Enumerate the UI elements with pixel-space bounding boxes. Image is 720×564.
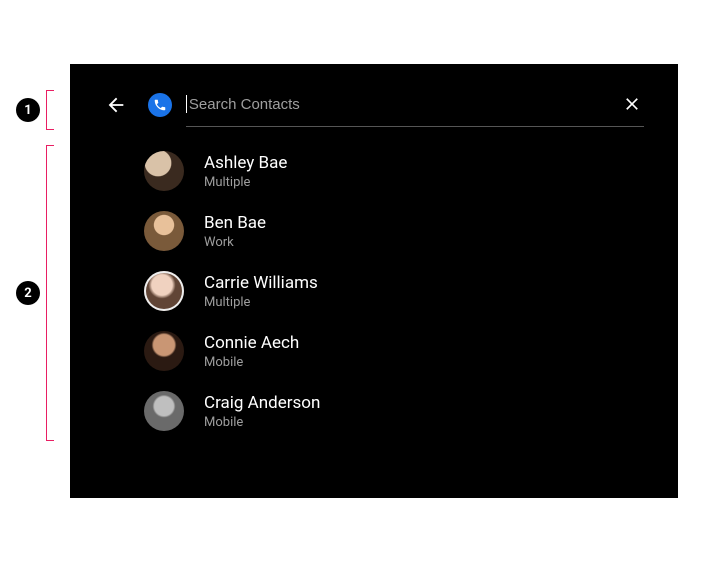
back-button[interactable] — [104, 93, 128, 117]
contact-row[interactable]: Connie Aech Mobile — [104, 321, 644, 381]
contacts-panel: Ashley Bae Multiple Ben Bae Work Carrie … — [70, 64, 678, 498]
avatar — [144, 151, 184, 191]
contact-sublabel: Multiple — [204, 175, 287, 190]
avatar — [144, 391, 184, 431]
contact-name: Carrie Williams — [204, 273, 318, 293]
contact-sublabel: Work — [204, 235, 266, 250]
avatar — [144, 211, 184, 251]
contact-row[interactable]: Carrie Williams Multiple — [104, 261, 644, 321]
contact-name: Craig Anderson — [204, 393, 320, 413]
contact-row[interactable]: Ashley Bae Multiple — [104, 141, 644, 201]
annotation-badge-1: 1 — [16, 98, 40, 122]
contact-name: Ben Bae — [204, 213, 266, 233]
contacts-list: Ashley Bae Multiple Ben Bae Work Carrie … — [104, 141, 644, 441]
contact-text: Connie Aech Mobile — [204, 333, 299, 370]
search-header — [104, 92, 644, 131]
contact-row[interactable]: Ben Bae Work — [104, 201, 644, 261]
contact-name: Connie Aech — [204, 333, 299, 353]
text-cursor — [186, 95, 187, 113]
annotation-bracket — [46, 90, 54, 130]
phone-icon — [153, 98, 167, 112]
clear-search-button[interactable] — [620, 92, 644, 116]
contact-text: Carrie Williams Multiple — [204, 273, 318, 310]
contact-name: Ashley Bae — [204, 153, 287, 173]
contact-sublabel: Multiple — [204, 295, 318, 310]
avatar — [144, 271, 184, 311]
search-field-wrap[interactable] — [186, 92, 644, 127]
contact-text: Craig Anderson Mobile — [204, 393, 320, 430]
annotation-badge-2: 2 — [16, 281, 40, 305]
annotation-bracket — [46, 145, 54, 441]
search-input[interactable] — [189, 96, 612, 113]
avatar — [144, 331, 184, 371]
contact-text: Ashley Bae Multiple — [204, 153, 287, 190]
annotation-2: 2 — [16, 145, 54, 441]
contact-row[interactable]: Craig Anderson Mobile — [104, 381, 644, 441]
close-icon — [622, 94, 642, 114]
annotation-1: 1 — [16, 90, 54, 130]
phone-chip — [148, 93, 172, 117]
contact-text: Ben Bae Work — [204, 213, 266, 250]
back-arrow-icon — [105, 94, 127, 116]
contact-sublabel: Mobile — [204, 355, 299, 370]
contact-sublabel: Mobile — [204, 415, 320, 430]
